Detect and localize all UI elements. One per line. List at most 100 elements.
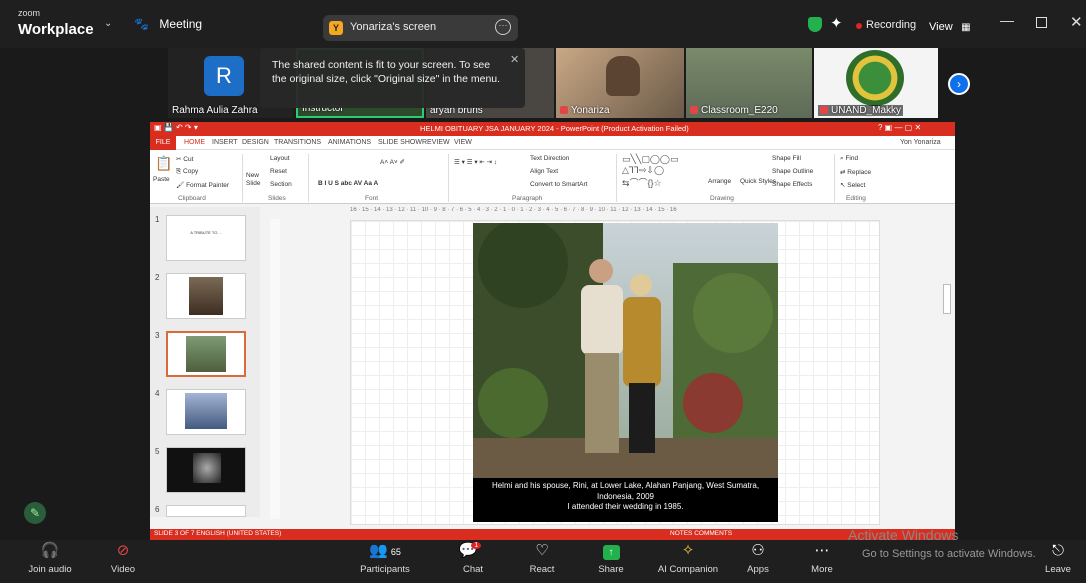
quick-styles-button[interactable]: Quick Styles (740, 178, 776, 185)
close-icon[interactable]: ✕ (1070, 13, 1083, 31)
maximize-icon[interactable] (1036, 17, 1047, 28)
video-button[interactable]: ⊘ Video (100, 540, 146, 583)
shape-outline-button[interactable]: Shape Outline (772, 168, 813, 175)
replace-button[interactable]: ⇄ Replace (840, 168, 871, 176)
slide-canvas[interactable]: Helmi and his spouse, Rini, at Lower Lak… (350, 220, 880, 525)
tab-file[interactable]: FILE (150, 136, 176, 150)
participants-button[interactable]: 👥 65 Participants (355, 540, 415, 583)
font-format-buttons[interactable]: B I U S abc AV Aa A (318, 180, 378, 187)
layout-button[interactable]: Layout (270, 155, 290, 162)
slide-thumbnail-selected[interactable] (166, 331, 246, 377)
tab-home[interactable]: HOME (184, 139, 205, 146)
thumbnail-image (189, 277, 223, 315)
recording-status[interactable]: Recording (866, 19, 916, 31)
join-audio-button[interactable]: 🎧 Join audio (20, 540, 80, 583)
apps-label: Apps (747, 564, 769, 575)
slide-thumbnail[interactable] (166, 505, 246, 517)
format-painter-button[interactable]: 🖌 Format Painter (176, 181, 229, 189)
screen-share-indicator[interactable]: Y Yonariza's screen ··· (323, 15, 518, 41)
share-icon: ↑ (594, 540, 628, 564)
ppt-ribbon: 📋 Paste ✂ Cut ⎘ Copy 🖌 Format Painter Cl… (150, 150, 955, 204)
participants-label: Participants (360, 564, 410, 575)
quick-access-toolbar[interactable]: ▣ 💾 ↶ ↷ ▾ (154, 123, 198, 132)
security-shield-icon[interactable] (808, 17, 822, 32)
participant-name: Rahma Aulia Zahra (172, 105, 258, 116)
slide-thumbnail[interactable]: A TRIBUTE TO ... (166, 215, 246, 261)
vertical-scrollbar[interactable] (942, 219, 952, 519)
list-buttons[interactable]: ☰ ▾ ☰ ▾ ⇤ ⇥ ↕ (454, 158, 497, 166)
find-button[interactable]: ⌕ Find (840, 155, 858, 163)
thumbnail-image (186, 336, 226, 372)
notes-comments[interactable]: NOTES COMMENTS (670, 530, 732, 537)
meeting-menu[interactable]: 🐾 Meeting (134, 15, 202, 33)
chat-button[interactable]: 💬1 Chat (455, 540, 491, 583)
chevron-down-icon[interactable]: ⌄ (104, 18, 112, 29)
participant-tile[interactable]: Classroom_E220 (686, 48, 812, 118)
cut-button[interactable]: ✂ Cut (176, 155, 193, 163)
share-button[interactable]: ↑ Share (594, 540, 628, 583)
tab-transitions[interactable]: TRANSITIONS (274, 139, 321, 146)
slide-thumbnail[interactable] (166, 389, 246, 435)
join-audio-label: Join audio (28, 564, 72, 575)
tab-design[interactable]: DESIGN (242, 139, 269, 146)
participants-count: 65 (390, 547, 401, 557)
scissors-icon: ✂ (176, 156, 182, 163)
convert-smartart-button[interactable]: Convert to SmartArt (530, 181, 587, 188)
muted-mic-icon (560, 106, 568, 115)
tab-insert[interactable]: INSERT (212, 139, 238, 146)
tab-review[interactable]: REVIEW (422, 139, 450, 146)
section-button[interactable]: Section (270, 181, 292, 188)
meeting-label: Meeting (159, 17, 203, 31)
ribbon-divider (242, 154, 243, 202)
view-button[interactable]: View ▦ (929, 17, 971, 35)
more-options-icon[interactable]: ··· (495, 19, 511, 35)
slide-photo[interactable]: Helmi and his spouse, Rini, at Lower Lak… (473, 223, 778, 522)
participant-name: UNAND_Makky (818, 105, 904, 116)
slide-number: 5 (155, 447, 160, 456)
shape-effects-button[interactable]: Shape Effects (772, 181, 812, 188)
meeting-toolbar: 🎧 Join audio ⊘ Video 👥 65 Participants 💬1… (0, 540, 1086, 583)
video-label: Video (110, 564, 136, 575)
leave-button[interactable]: ⎋ Leave (1040, 540, 1076, 583)
caption-line-1: Helmi and his spouse, Rini, at Lower Lak… (491, 481, 760, 490)
font-size-buttons[interactable]: A˄ A˅ ✐ (380, 158, 405, 166)
paste-icon[interactable]: 📋 (155, 155, 172, 172)
reset-button[interactable]: Reset (270, 168, 287, 175)
next-page-button[interactable]: › (948, 73, 970, 95)
participant-tile[interactable]: UNAND_Makky (814, 48, 938, 118)
slide-thumbnail[interactable] (166, 447, 246, 493)
new-slide-button[interactable]: New Slide (246, 172, 268, 188)
slide-number: 2 (155, 273, 160, 282)
annotate-pencil-icon[interactable]: ✎ (24, 502, 46, 524)
arrange-button[interactable]: Arrange (708, 178, 731, 185)
zoom-workplace-logo: Workplace (18, 21, 94, 38)
tab-animations[interactable]: ANIMATIONS (328, 139, 371, 146)
shape-fill-button[interactable]: Shape Fill (772, 155, 801, 162)
select-button[interactable]: ↖ Select (840, 181, 865, 189)
more-icon: ⋯ (814, 542, 830, 559)
close-icon[interactable]: ✕ (510, 53, 519, 66)
text-direction-button[interactable]: Text Direction (530, 155, 569, 162)
ppt-title-bar: ▣ 💾 ↶ ↷ ▾ HELMI OBITUARY JSA JANUARY 202… (150, 122, 955, 136)
react-button[interactable]: ♡ React (524, 540, 560, 583)
ppt-user-name[interactable]: Yon Yonariza (900, 139, 941, 146)
tab-view[interactable]: VIEW (454, 139, 472, 146)
slide-thumbnail[interactable] (166, 273, 246, 319)
ai-sparkle-icon[interactable]: ✦ (830, 14, 843, 32)
ppt-window-controls[interactable]: ? ▣ — ▢ ✕ (878, 123, 921, 132)
thumbnail-image (185, 393, 227, 429)
shapes-gallery[interactable]: ▭╲╲▢◯◯▭ △⅂⅂⇨⇩◯ ⇆⌒⌒{}☆ (622, 154, 679, 189)
copy-button[interactable]: ⎘ Copy (176, 168, 198, 176)
paste-button[interactable]: Paste (153, 176, 170, 183)
apps-button[interactable]: ⚇ Apps (742, 540, 774, 583)
ai-companion-button[interactable]: ✧ AI Companion (652, 540, 724, 583)
tab-slide-show[interactable]: SLIDE SHOW (378, 139, 422, 146)
apps-icon: ⚇ (751, 542, 765, 559)
align-text-button[interactable]: Align Text (530, 168, 558, 175)
group-paragraph: Paragraph (512, 195, 543, 202)
scrollbar-thumb[interactable] (943, 284, 951, 314)
ribbon-divider (448, 154, 449, 202)
more-button[interactable]: ⋯ More (806, 540, 838, 583)
minimize-icon[interactable]: — (1000, 12, 1014, 28)
participant-tile[interactable]: Yonariza (556, 48, 684, 118)
